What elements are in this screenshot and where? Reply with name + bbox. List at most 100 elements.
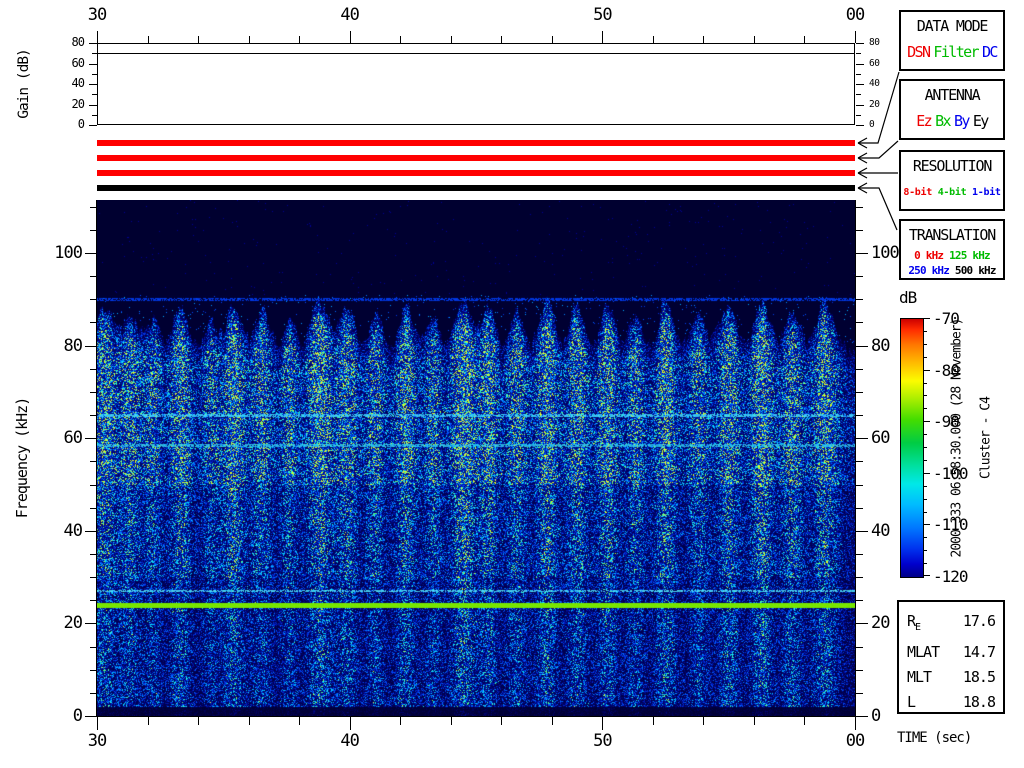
gain-left-tick-label: 0 <box>77 117 85 131</box>
translation-title: TRANSLATION <box>908 226 996 244</box>
gain-value-line <box>97 53 855 54</box>
bottom-axis-tick <box>552 717 553 725</box>
freq-left-tick <box>85 531 97 532</box>
freq-left-tick-label: 0 <box>72 706 83 726</box>
gain-right-tick <box>856 64 864 65</box>
colorbar-tick <box>923 408 927 409</box>
resolution-panel: RESOLUTION 8-bit 4-bit 1-bit <box>899 150 1005 211</box>
bottom-axis-tick <box>754 717 755 725</box>
bottom-axis-tick-label: 00 <box>845 731 865 751</box>
option-125khz: 125 kHz <box>949 249 991 262</box>
gain-left-tick <box>89 125 97 126</box>
freq-right-tick <box>856 322 863 323</box>
option-ey: Ey <box>972 112 989 130</box>
bottom-axis-tick <box>299 717 300 725</box>
freq-left-tick-label: 100 <box>54 243 83 263</box>
antenna-panel: ANTENNA Ez Bx By Ey <box>899 79 1005 140</box>
bottom-axis-tick <box>249 717 250 725</box>
freq-left-tick <box>85 346 97 347</box>
colorbar-tick <box>923 575 930 576</box>
gain-right-tick-label: 20 <box>869 98 880 110</box>
top-axis-tick-label: 00 <box>845 5 865 25</box>
freq-right-tick-label: 40 <box>871 520 891 541</box>
frequency-axis-label: Frequency (kHz) <box>13 397 31 519</box>
info-value-l: 18.8 <box>962 693 996 711</box>
translation-status-bar <box>97 185 855 191</box>
bottom-axis-tick <box>148 717 149 725</box>
freq-left-tick-label: 80 <box>63 335 83 356</box>
freq-left-tick <box>90 369 97 370</box>
freq-left-tick <box>90 508 97 509</box>
freq-left-tick <box>90 670 97 671</box>
top-axis-tick <box>350 31 351 43</box>
gain-right-tick <box>856 53 861 54</box>
bottom-axis-tick <box>653 717 654 725</box>
bottom-axis-tick-label: 40 <box>340 731 359 751</box>
freq-right-tick <box>856 392 863 393</box>
colorbar-tick <box>923 318 930 319</box>
freq-left-tick <box>90 647 97 648</box>
wbd-spectrogram-page: { "gain_panel": { "ylabel": "Gain (dB)",… <box>0 0 1024 768</box>
colorbar-tick <box>923 447 927 448</box>
freq-left-tick <box>90 577 97 578</box>
gain-left-tick <box>92 74 97 75</box>
freq-right-tick-label: 20 <box>871 613 891 634</box>
freq-right-tick <box>856 299 863 300</box>
gain-left-tick-label: 80 <box>71 35 85 49</box>
freq-left-tick <box>90 485 97 486</box>
freq-right-tick-label: 100 <box>871 243 900 263</box>
option-dc: DC <box>982 43 998 61</box>
info-row-re: RE 17.6 <box>907 609 996 640</box>
colorbar-tick <box>923 370 930 371</box>
bottom-axis-tick <box>97 717 98 730</box>
freq-right-tick <box>856 276 863 277</box>
option-filter: Filter <box>933 43 979 61</box>
info-row-mlat: MLAT 14.7 <box>907 640 996 665</box>
bottom-axis-tick <box>703 717 704 725</box>
gain-left-tick <box>92 115 97 116</box>
top-axis-tick-label: 30 <box>87 5 107 25</box>
colorbar-unit-label: dB <box>899 288 917 307</box>
top-axis-tick <box>855 31 856 43</box>
bottom-axis-tick <box>400 717 401 725</box>
freq-right-tick <box>856 670 863 671</box>
colorbar-tick <box>923 460 927 461</box>
colorbar-tick <box>923 331 927 332</box>
freq-right-tick <box>856 577 863 578</box>
bottom-axis-tick <box>451 717 452 725</box>
colorbar-tick <box>923 434 927 435</box>
colorbar-tick <box>923 550 927 551</box>
top-axis-tick <box>198 36 199 43</box>
gain-right-tick <box>856 125 864 126</box>
freq-left-tick-label: 40 <box>63 520 83 541</box>
bottom-axis-tick-label: 30 <box>87 731 107 751</box>
gain-right-tick-label: 80 <box>869 37 880 48</box>
freq-right-tick <box>856 554 863 555</box>
colorbar-tick <box>923 473 930 474</box>
translation-panel: TRANSLATION 0 kHz 125 kHz 250 kHz 500 kH… <box>899 219 1005 280</box>
freq-left-tick <box>90 461 97 462</box>
freq-left-tick <box>90 600 97 601</box>
colorbar-tick-label: -120 <box>933 567 969 586</box>
top-axis-tick-label: 50 <box>593 5 612 25</box>
top-axis-tick <box>501 36 502 43</box>
gain-right-tick <box>856 84 864 85</box>
antenna-title: ANTENNA <box>924 86 981 104</box>
gain-left-tick-label: 60 <box>71 55 85 70</box>
info-label-mlt: MLT <box>907 668 932 686</box>
gain-axis-label: Gain (dB) <box>16 49 32 119</box>
info-label-mlat: MLAT <box>907 643 940 661</box>
spectrogram-left-axis-line <box>96 200 97 717</box>
freq-right-tick <box>856 716 868 717</box>
info-label-l: L <box>907 693 916 711</box>
top-axis-tick <box>148 36 149 43</box>
colorbar-tick <box>923 563 927 564</box>
bottom-axis-tick <box>198 717 199 725</box>
freq-left-tick <box>90 415 97 416</box>
gain-plot <box>97 43 855 125</box>
bottom-axis-tick <box>804 717 805 725</box>
colorbar-tick <box>923 537 927 538</box>
top-axis-tick <box>97 31 98 43</box>
resolution-status-bar <box>97 170 855 176</box>
top-axis-tick <box>602 31 603 43</box>
